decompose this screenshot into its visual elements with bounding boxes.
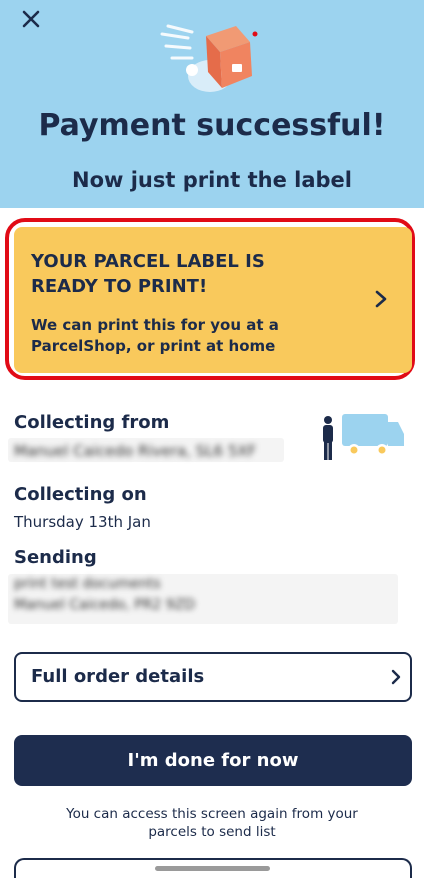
chevron-right-icon (375, 290, 387, 308)
home-indicator (155, 866, 270, 871)
sending-description: print test documents (14, 576, 161, 592)
parcel-illustration (160, 24, 258, 92)
collecting-from-label: Collecting from (14, 412, 170, 433)
full-order-details-label: Full order details (31, 666, 205, 687)
collecting-on-value: Thursday 13th Jan (14, 513, 151, 531)
header-banner: Payment successful! Now just print the l… (0, 0, 424, 208)
close-icon[interactable] (18, 6, 46, 34)
full-order-details-button[interactable]: Full order details (14, 652, 412, 702)
sending-label: Sending (14, 547, 97, 568)
page-title: Payment successful! (38, 108, 386, 143)
collecting-on-label: Collecting on (14, 484, 147, 505)
done-button[interactable]: I'm done for now (14, 735, 412, 786)
print-label-card[interactable]: YOUR PARCEL LABEL IS READY TO PRINT! We … (14, 227, 412, 373)
delivery-truck-icon (323, 414, 404, 460)
collecting-from-value: Manuel Caicedo Rivera, SL6 5XF (14, 442, 257, 460)
card-description: We can print this for you at a ParcelSho… (31, 316, 279, 355)
chevron-right-icon (391, 669, 401, 685)
page-subtitle: Now just print the label (72, 168, 352, 192)
sending-address: Manuel Caicedo, PR2 9ZD (14, 597, 196, 613)
footnote-text: You can access this screen again from yo… (66, 806, 358, 840)
card-heading: YOUR PARCEL LABEL IS READY TO PRINT! (31, 251, 265, 297)
